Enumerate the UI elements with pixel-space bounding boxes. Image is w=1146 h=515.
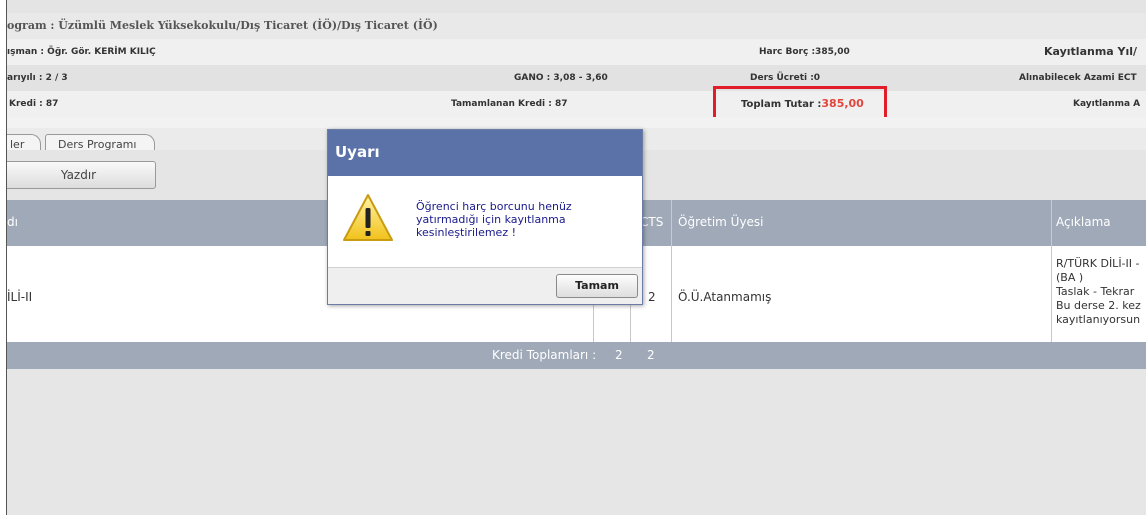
credit-text: Kredi : 87	[9, 99, 59, 109]
empty-area	[7, 369, 1146, 515]
semester-text: arıyılı : 2 / 3	[7, 73, 68, 83]
header-notes: Açıklama	[1056, 215, 1111, 229]
enroll-year-label: Kayıtlanma Yıl/	[1044, 45, 1138, 58]
credit-total-1: 2	[615, 348, 623, 362]
note-line: (BA )	[1056, 271, 1084, 284]
dialog-body: Öğrenci harç borcunu henüz yatırmadığı i…	[328, 176, 642, 267]
ok-button[interactable]: Tamam	[556, 274, 638, 298]
course-fee-text: Ders Ücreti :0	[750, 73, 821, 83]
course-instructor: Ö.Ü.Atanmamış	[678, 290, 772, 304]
completed-credit-text: Tamamlanan Kredi : 87	[451, 99, 568, 109]
advisor-text: ışman : Öğr. Gör. KERİM KILIÇ	[7, 47, 156, 57]
max-ects-label: Alınabilecek Azami ECT	[1019, 73, 1137, 83]
header-instructor: Öğretim Üyesi	[678, 215, 764, 229]
top-strip	[7, 0, 1146, 13]
dialog-footer: Tamam	[328, 267, 642, 304]
header-name: dı	[7, 215, 18, 229]
note-line: Taslak - Tekrar	[1056, 285, 1135, 298]
warning-dialog: Uyarı Öğrenci harç borcunu henüz yatırma…	[327, 129, 643, 305]
credit-totals-label: Kredi Toplamları :	[492, 348, 597, 362]
advisor-row: ışman : Öğr. Gör. KERİM KILIÇ Harc Borç …	[7, 39, 1146, 65]
note-line: kayıtlanıyorsun	[1056, 313, 1141, 326]
dialog-message: Öğrenci harç borcunu henüz yatırmadığı i…	[416, 200, 572, 239]
semester-row: arıyılı : 2 / 3 GANO : 3,08 - 3,60 Ders …	[7, 65, 1146, 91]
credit-row: Kredi : 87 Tamamlanan Kredi : 87 Toplam …	[7, 91, 1146, 117]
gano-text: GANO : 3,08 - 3,60	[514, 73, 608, 83]
cell-divider	[671, 246, 672, 342]
cell-divider	[1051, 246, 1052, 342]
course-ects: 2	[648, 290, 656, 304]
warning-icon	[343, 194, 393, 241]
separator	[7, 117, 1146, 128]
program-row: ogram : Üzümlü Meslek Yüksekokulu/Dış Ti…	[7, 13, 1146, 39]
fee-debt-text: Harc Borç :385,00	[759, 47, 850, 57]
header-divider	[1051, 200, 1052, 246]
course-notes: R/TÜRK DİLİ-II - (BA ) Taslak - Tekrar B…	[1056, 257, 1141, 327]
header-ects: CTS	[640, 215, 664, 229]
program-text: ogram : Üzümlü Meslek Yüksekokulu/Dış Ti…	[7, 19, 438, 32]
header-divider	[671, 200, 672, 246]
note-line: Bu derse 2. kez	[1056, 299, 1141, 312]
note-line: R/TÜRK DİLİ-II -	[1056, 257, 1140, 270]
course-name: İLİ-II	[7, 290, 33, 304]
dialog-title: Uyarı	[328, 130, 642, 176]
table-footer: Kredi Toplamları : 2 2	[7, 342, 1146, 369]
credit-total-2: 2	[647, 348, 655, 362]
print-button[interactable]: Yazdır	[7, 161, 156, 189]
enroll-trunc-label: Kayıtlanma A	[1073, 99, 1141, 109]
